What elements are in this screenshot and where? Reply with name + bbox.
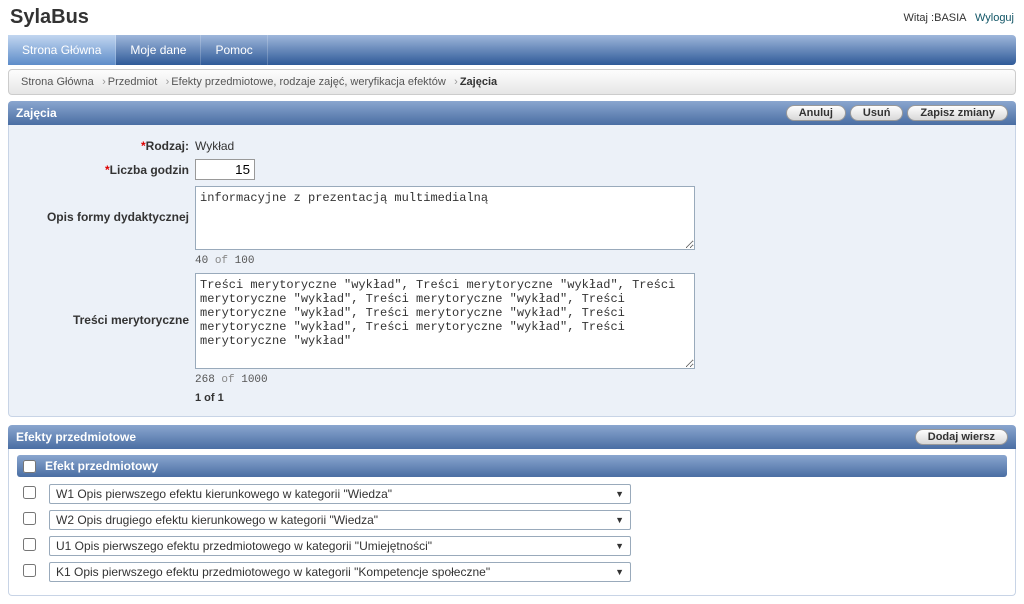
app-title: SylaBus [10,6,89,29]
effect-select[interactable]: W1 Opis pierwszego efektu kierunkowego w… [49,484,631,504]
opis-textarea[interactable] [195,186,695,250]
effect-select-text: W2 Opis drugiego efektu kierunkowego w k… [56,513,378,527]
row-checkbox[interactable] [23,538,36,551]
chevron-down-icon: ▼ [615,515,624,525]
effect-select-text: W1 Opis pierwszego efektu kierunkowego w… [56,487,392,501]
effects-header-label: Efekt przedmiotowy [45,459,158,473]
opis-label: Opis formy dydaktycznej [17,186,195,224]
table-row: W2 Opis drugiego efektu kierunkowego w k… [17,507,1007,533]
user-area: Witaj :BASIA Wyloguj [904,12,1014,24]
tab-my-data[interactable]: Moje dane [116,35,201,65]
rodzaj-label: *Rodzaj: [17,135,195,153]
tresci-counter: 268 of 1000 [195,374,695,386]
table-row: W1 Opis pierwszego efektu kierunkowego w… [17,481,1007,507]
table-row: K1 Opis pierwszego efektu przedmiotowego… [17,559,1007,585]
delete-button[interactable]: Usuń [850,105,904,121]
effects-table-header: Efekt przedmiotowy [17,455,1007,477]
tab-home[interactable]: Strona Główna [8,35,116,65]
row-checkbox[interactable] [23,486,36,499]
classes-title: Zajęcia [16,106,57,120]
user-name: BASIA [934,12,966,24]
select-all-checkbox[interactable] [23,460,36,473]
breadcrumb: Strona Główna Przedmiot Efekty przedmiot… [8,69,1016,95]
effects-title: Efekty przedmiotowe [16,430,136,444]
main-tabs: Strona Główna Moje dane Pomoc [8,35,1016,65]
pager: 1 of 1 [17,392,1007,404]
opis-counter: 40 of 100 [195,255,695,267]
classes-section-header: Zajęcia Anuluj Usuń Zapisz zmiany [8,101,1016,125]
cancel-button[interactable]: Anuluj [786,105,846,121]
tresci-textarea[interactable] [195,273,695,369]
effect-select[interactable]: W2 Opis drugiego efektu kierunkowego w k… [49,510,631,530]
chevron-down-icon: ▼ [615,567,624,577]
crumb-subject[interactable]: Przedmiot [104,74,168,90]
liczba-label: *Liczba godzin [17,159,195,177]
chevron-down-icon: ▼ [615,489,624,499]
save-button[interactable]: Zapisz zmiany [907,105,1008,121]
table-row: U1 Opis pierwszego efektu przedmiotowego… [17,533,1007,559]
effect-select[interactable]: K1 Opis pierwszego efektu przedmiotowego… [49,562,631,582]
liczba-godzin-input[interactable] [195,159,255,180]
welcome-prefix: Witaj : [904,12,935,24]
effect-select-text: K1 Opis pierwszego efektu przedmiotowego… [56,565,490,579]
effect-select[interactable]: U1 Opis pierwszego efektu przedmiotowego… [49,536,631,556]
logout-link[interactable]: Wyloguj [975,12,1014,24]
row-checkbox[interactable] [23,564,36,577]
crumb-effects[interactable]: Efekty przedmiotowe, rodzaje zajęć, wery… [167,74,456,90]
crumb-classes: Zajęcia [456,74,507,90]
crumb-home[interactable]: Strona Główna [17,74,104,90]
effect-select-text: U1 Opis pierwszego efektu przedmiotowego… [56,539,432,553]
effects-section-header: Efekty przedmiotowe Dodaj wiersz [8,425,1016,449]
rodzaj-value: Wykład [195,135,234,153]
chevron-down-icon: ▼ [615,541,624,551]
tresci-label: Treści merytoryczne [17,273,195,327]
tab-help[interactable]: Pomoc [201,35,267,65]
add-row-button[interactable]: Dodaj wiersz [915,429,1008,445]
